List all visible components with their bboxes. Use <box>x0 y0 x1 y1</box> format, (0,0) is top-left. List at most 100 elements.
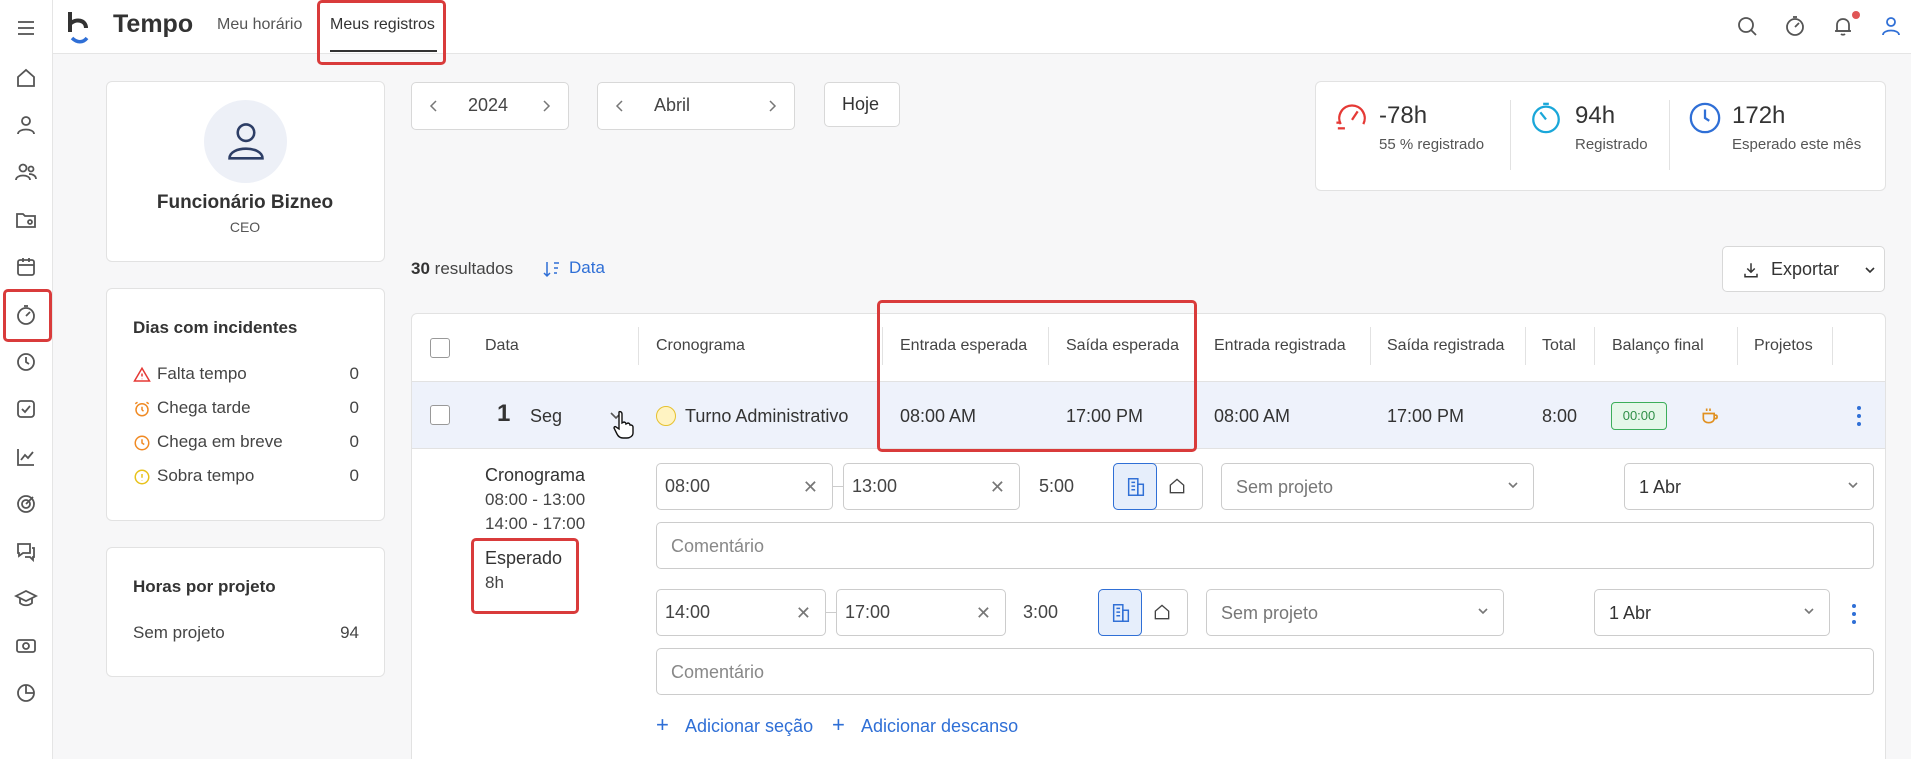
clear-icon[interactable]: ✕ <box>990 477 1005 498</box>
clear-icon[interactable]: ✕ <box>976 603 991 624</box>
column-divider <box>1594 327 1595 365</box>
home-icon[interactable] <box>1167 476 1187 496</box>
column-divider <box>1737 327 1738 365</box>
home-icon[interactable] <box>14 66 38 90</box>
expected-highlight-box <box>471 538 579 614</box>
chevron-left-icon[interactable] <box>428 99 440 113</box>
end-time-input[interactable]: 17:00 ✕ <box>836 589 1006 636</box>
office-mode-button[interactable] <box>1113 463 1157 510</box>
column-header[interactable]: Data <box>485 337 519 355</box>
incident-value: 0 <box>349 432 359 451</box>
incident-row: Chega tarde 0 <box>133 398 359 420</box>
clock-icon[interactable] <box>14 350 38 374</box>
people-icon[interactable] <box>14 160 38 184</box>
profile-role: CEO <box>229 219 261 235</box>
start-time-input[interactable]: 14:00 ✕ <box>656 589 826 636</box>
comment-input[interactable]: Comentário <box>656 648 1874 695</box>
column-header[interactable]: Entrada registrada <box>1214 337 1346 355</box>
download-icon <box>1744 263 1758 278</box>
chevron-down-icon <box>1478 608 1488 615</box>
range-connector <box>826 612 836 613</box>
chevron-down-icon <box>1848 482 1858 489</box>
stat-label: Registrado <box>1575 136 1648 153</box>
incident-value: 0 <box>349 398 359 417</box>
notification-dot <box>1852 11 1860 19</box>
row-schedule: Turno Administrativo <box>685 406 849 426</box>
year-selector: 2024 <box>411 82 569 130</box>
results-count: 30 resultados <box>411 259 514 278</box>
divider <box>1669 100 1670 170</box>
target-icon[interactable] <box>14 492 38 516</box>
stopwatch-icon[interactable] <box>1783 14 1807 38</box>
section-menu-icon[interactable] <box>1851 603 1857 625</box>
incident-row: Falta tempo 0 <box>133 364 359 386</box>
detail-schedule-range: 08:00 - 13:00 <box>485 490 586 509</box>
pie-chart-icon[interactable] <box>14 681 38 705</box>
stat-value: 172h <box>1732 102 1786 129</box>
chevron-right-icon[interactable] <box>766 99 778 113</box>
check-square-icon[interactable] <box>14 397 38 421</box>
detail-schedule-label: Cronograma <box>485 465 586 485</box>
date-select[interactable]: 1 Abr <box>1624 463 1874 510</box>
clear-icon[interactable]: ✕ <box>803 477 818 498</box>
clear-icon[interactable]: ✕ <box>796 603 811 624</box>
end-time-input[interactable]: 13:00 ✕ <box>843 463 1020 510</box>
avatar <box>204 100 287 183</box>
row-total: 8:00 <box>1542 406 1578 426</box>
column-header[interactable]: Projetos <box>1754 337 1813 355</box>
column-header[interactable]: Total <box>1542 337 1576 355</box>
profile-name: Funcionário Bizneo <box>156 192 334 213</box>
row-registered-out: 17:00 PM <box>1387 406 1465 426</box>
date-select[interactable]: 1 Abr <box>1594 589 1830 636</box>
user-icon[interactable] <box>1879 14 1903 38</box>
bell-icon[interactable] <box>1831 14 1855 38</box>
chat-icon[interactable] <box>14 539 38 563</box>
stopwatch-icon <box>1532 102 1560 134</box>
row-weekday: Seg <box>530 406 563 426</box>
column-divider <box>1832 327 1833 365</box>
project-select[interactable]: Sem projeto <box>1221 463 1534 510</box>
row-menu-icon[interactable] <box>1856 405 1862 427</box>
tab-highlight-box <box>317 0 446 65</box>
project-label: Sem projeto <box>133 623 225 642</box>
graduation-cap-icon[interactable] <box>14 587 38 611</box>
warning-icon <box>133 366 151 382</box>
office-mode-button[interactable] <box>1098 589 1142 636</box>
hand-cursor-icon <box>613 410 634 439</box>
select-all-checkbox[interactable] <box>430 338 450 358</box>
menu-icon[interactable] <box>14 16 38 40</box>
incident-label: Chega tarde <box>157 398 251 417</box>
comment-input[interactable]: Comentário <box>656 522 1874 569</box>
start-time-input[interactable]: 08:00 ✕ <box>656 463 833 510</box>
balance-badge: 00:00 <box>1611 402 1667 430</box>
month-value: Abril <box>654 95 691 115</box>
alarm-clock-icon <box>134 401 150 417</box>
person-icon[interactable] <box>14 113 38 137</box>
chevron-right-icon[interactable] <box>540 99 552 113</box>
calendar-icon[interactable] <box>14 255 38 279</box>
column-header[interactable]: Cronograma <box>656 337 745 355</box>
tab-meu-horario[interactable]: Meu horário <box>217 16 302 34</box>
today-button[interactable]: Hoje <box>824 82 900 127</box>
chevron-down-icon <box>1508 482 1518 489</box>
incident-value: 0 <box>349 466 359 485</box>
row-checkbox[interactable] <box>430 405 450 425</box>
schedule-color-dot <box>656 406 676 426</box>
folder-user-icon[interactable] <box>14 208 38 232</box>
home-icon[interactable] <box>1152 602 1172 622</box>
export-button[interactable]: Exportar <box>1722 246 1885 292</box>
stat-value: 94h <box>1575 102 1616 129</box>
incidents-title: Dias com incidentes <box>133 318 298 337</box>
money-icon[interactable] <box>14 634 38 658</box>
chevron-left-icon[interactable] <box>614 99 626 113</box>
incident-label: Chega em breve <box>157 432 283 451</box>
chart-line-icon[interactable] <box>14 445 38 469</box>
search-icon[interactable] <box>1735 14 1759 38</box>
column-header[interactable]: Saída registrada <box>1387 337 1504 355</box>
column-divider <box>1525 327 1526 365</box>
column-divider <box>1370 327 1371 365</box>
speedometer-icon <box>1336 104 1366 130</box>
project-select[interactable]: Sem projeto <box>1206 589 1504 636</box>
month-selector: Abril <box>597 82 795 130</box>
column-header[interactable]: Balanço final <box>1612 337 1704 355</box>
